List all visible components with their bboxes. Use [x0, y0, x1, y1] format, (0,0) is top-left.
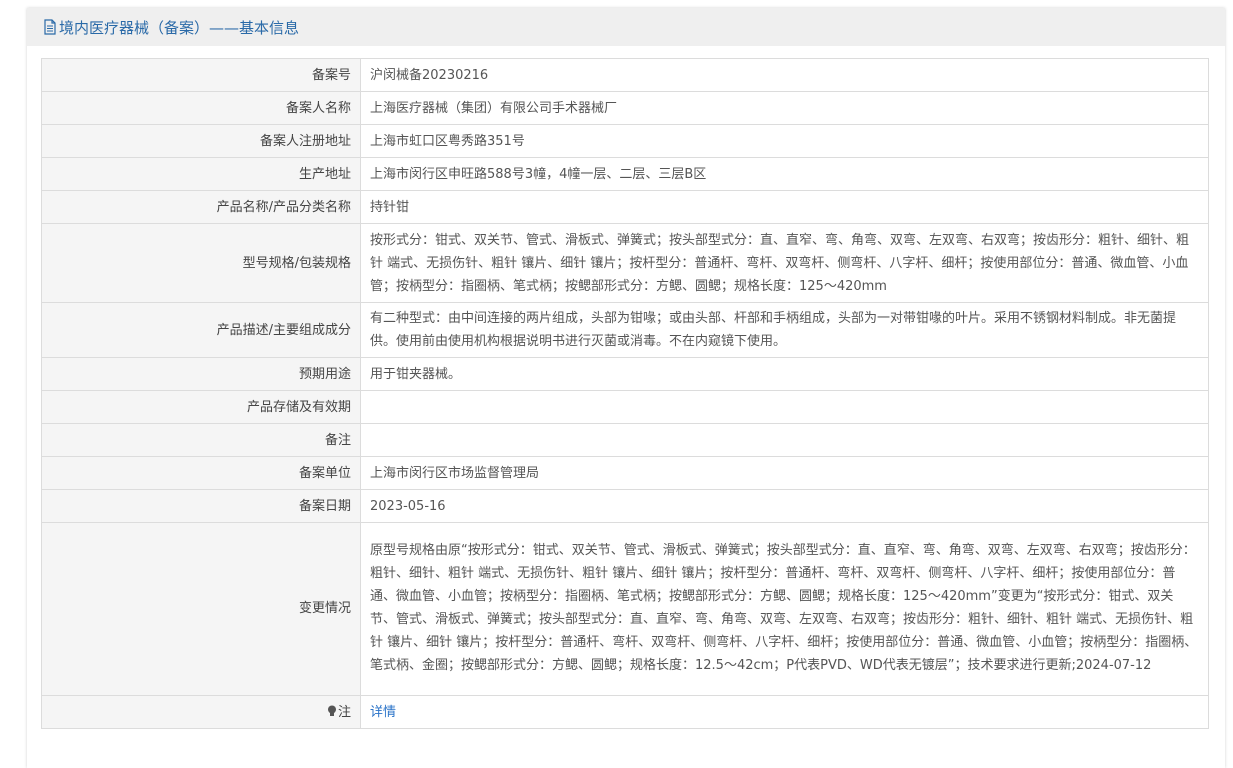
- table-row: 变更情况 原型号规格由原“按形式分：钳式、双关节、管式、滑板式、弹簧式；按头部型…: [41, 522, 1209, 696]
- row-label: 产品描述/主要组成成分: [41, 302, 361, 358]
- row-value: 按形式分：钳式、双关节、管式、滑板式、弹簧式；按头部型式分：直、直窄、弯、角弯、…: [360, 223, 1209, 303]
- row-value: 2023-05-16: [360, 489, 1209, 523]
- row-label: 备案单位: [41, 456, 361, 490]
- table-row: 产品名称/产品分类名称 持针钳: [41, 190, 1209, 224]
- row-label: 备案人注册地址: [41, 124, 361, 158]
- row-value: 有二种型式：由中间连接的两片组成，头部为钳喙；或由头部、杆部和手柄组成，头部为一…: [360, 302, 1209, 358]
- table-row: 备案人注册地址 上海市虹口区粤秀路351号: [41, 124, 1209, 158]
- table-row: 产品存储及有效期: [41, 390, 1209, 424]
- row-label: 产品名称/产品分类名称: [41, 190, 361, 224]
- row-value: 用于钳夹器械。: [360, 357, 1209, 391]
- row-value: 上海市虹口区粤秀路351号: [360, 124, 1209, 158]
- row-label: 产品存储及有效期: [41, 390, 361, 424]
- table-row: 预期用途 用于钳夹器械。: [41, 357, 1209, 391]
- info-table-wrapper: 备案号 沪闵械备20230216 备案人名称 上海医疗器械（集团）有限公司手术器…: [41, 58, 1209, 729]
- row-value: 原型号规格由原“按形式分：钳式、双关节、管式、滑板式、弹簧式；按头部型式分：直、…: [360, 522, 1209, 696]
- row-label-note: 注: [41, 695, 361, 729]
- note-label: 注: [337, 704, 351, 720]
- details-link[interactable]: 详情: [370, 705, 396, 720]
- table-row: 备案日期 2023-05-16: [41, 489, 1209, 523]
- table-row: 备案号 沪闵械备20230216: [41, 58, 1209, 92]
- row-value: 上海市闵行区市场监督管理局: [360, 456, 1209, 490]
- row-label: 型号规格/包装规格: [41, 223, 361, 303]
- row-label: 预期用途: [41, 357, 361, 391]
- page-title: 境内医疗器械（备案）——基本信息: [59, 18, 300, 37]
- row-label: 备案号: [41, 58, 361, 92]
- row-label: 备案人名称: [41, 91, 361, 125]
- table-row: 型号规格/包装规格 按形式分：钳式、双关节、管式、滑板式、弹簧式；按头部型式分：…: [41, 223, 1209, 303]
- info-table: 备案号 沪闵械备20230216 备案人名称 上海医疗器械（集团）有限公司手术器…: [41, 58, 1209, 729]
- table-row: 注 详情: [41, 695, 1209, 729]
- document-icon: [43, 19, 57, 35]
- row-value: 详情: [360, 695, 1209, 729]
- lightbulb-icon: [327, 702, 337, 716]
- table-row: 生产地址 上海市闵行区申旺路588号3幢，4幢一层、二层、三层B区: [41, 157, 1209, 191]
- row-label: 备案日期: [41, 489, 361, 523]
- table-row: 备案人名称 上海医疗器械（集团）有限公司手术器械厂: [41, 91, 1209, 125]
- table-row: 备案单位 上海市闵行区市场监督管理局: [41, 456, 1209, 490]
- row-label: 生产地址: [41, 157, 361, 191]
- row-value: [360, 423, 1209, 457]
- row-value: 上海市闵行区申旺路588号3幢，4幢一层、二层、三层B区: [360, 157, 1209, 191]
- panel-header: 境内医疗器械（备案）——基本信息: [27, 8, 1225, 46]
- table-row: 产品描述/主要组成成分 有二种型式：由中间连接的两片组成，头部为钳喙；或由头部、…: [41, 302, 1209, 358]
- row-value: 上海医疗器械（集团）有限公司手术器械厂: [360, 91, 1209, 125]
- row-value: 沪闵械备20230216: [360, 58, 1209, 92]
- row-label: 变更情况: [41, 522, 361, 696]
- row-label: 备注: [41, 423, 361, 457]
- row-value: [360, 390, 1209, 424]
- table-row: 备注: [41, 423, 1209, 457]
- row-value: 持针钳: [360, 190, 1209, 224]
- info-panel: 境内医疗器械（备案）——基本信息 备案号 沪闵械备20230216 备案人名称 …: [27, 8, 1225, 768]
